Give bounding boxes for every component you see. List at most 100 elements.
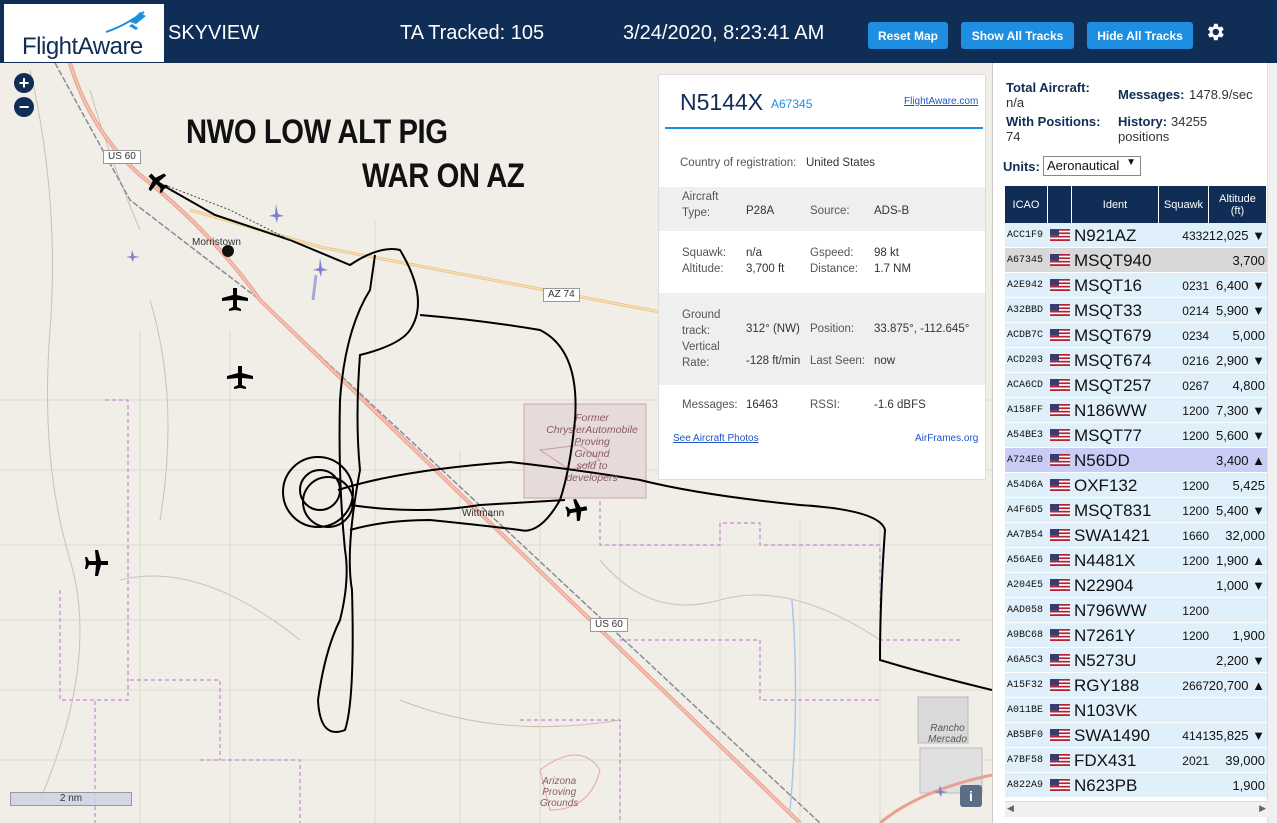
us-flag-icon [1050,779,1070,791]
history-unit: positions [1118,129,1170,144]
flightaware-link[interactable]: FlightAware.com [904,96,978,107]
col-icao[interactable]: ICAO [1005,186,1048,223]
row-ident: MSQT831 [1074,501,1152,520]
row-ident: N186WW [1074,401,1147,420]
info-button[interactable]: i [960,785,982,807]
table-horizontal-scrollbar[interactable]: ◀ ▶ [1005,801,1268,817]
table-row[interactable]: ACC1F9 N921AZ 4332 12,025 ▼ [1005,223,1269,248]
table-row[interactable]: A54D6A OXF132 1200 5,425 [1005,473,1269,498]
row-squawk: 4332 [1182,229,1209,243]
row-icao: AA7B54 [1007,530,1044,541]
table-row[interactable]: A7BF58 FDX431 2021 39,000 [1005,748,1269,773]
row-ident: MSQT33 [1074,301,1143,320]
flightaware-logo[interactable]: FlightAware [4,4,164,62]
messages-rate-value: 1478.9/sec [1189,87,1253,102]
total-aircraft-label: Total Aircraft: [1006,80,1090,95]
us-flag-icon [1050,654,1070,666]
gear-icon[interactable] [1204,21,1226,43]
units-label: Units: [1003,159,1040,174]
table-row[interactable]: A54BE3 MSQT77 1200 5,600 ▼ [1005,423,1269,448]
aircraft-photos-link[interactable]: See Aircraft Photos [673,433,759,444]
dropdown-arrow-icon: ▼ [1126,157,1136,168]
annotation-line-2: WAR ON AZ [362,157,525,195]
row-altitude: 5,600 ▼ [1215,428,1265,443]
row-altitude: 4,800 [1232,378,1265,393]
scroll-left-icon[interactable]: ◀ [1007,803,1014,814]
table-row[interactable]: A56AE6 N4481X 1200 1,900 ▲ [1005,548,1269,573]
popup-messages-row: Messages: 16463 RSSI: -1.6 dBFS [659,399,985,419]
col-ident[interactable]: Ident [1072,186,1159,223]
table-row[interactable]: A822A9 N623PB 1,900 [1005,773,1269,798]
row-icao: A9BC68 [1007,630,1044,641]
row-ident: MSQT77 [1074,426,1143,445]
row-altitude: 35,825 ▼ [1208,728,1265,743]
row-ident: OXF132 [1074,476,1138,495]
row-ident: MSQT16 [1074,276,1143,295]
table-row[interactable]: AB5BF0 SWA1490 4141 35,825 ▼ [1005,723,1269,748]
row-icao: ACDB7C [1007,330,1044,341]
popup-callsign: N5144X [680,89,764,115]
reset-map-button[interactable]: Reset Map [868,22,948,49]
row-altitude: 5,400 ▼ [1215,503,1265,518]
row-ident: SWA1421 [1074,526,1150,545]
zoom-out-button[interactable]: − [14,97,34,117]
zoom-in-button[interactable]: + [14,73,34,93]
town-label-wittmann: Wittmann [462,508,505,519]
history-value: 34255 [1171,114,1208,129]
row-squawk: 0234 [1182,329,1209,343]
us60-shield-top: US 60 [103,150,141,164]
col-flag[interactable] [1048,186,1072,223]
row-icao: A204E5 [1007,580,1044,591]
table-row[interactable]: A32BBD MSQT33 0214 5,900 ▼ [1005,298,1269,323]
table-row[interactable]: ACD203 MSQT674 0216 2,900 ▼ [1005,348,1269,373]
history-label: History: [1118,114,1168,129]
table-row[interactable]: A2E942 MSQT16 0231 6,400 ▼ [1005,273,1269,298]
row-squawk: 0231 [1182,279,1209,293]
col-squawk[interactable]: Squawk [1159,186,1209,223]
aircraft-sidebar: Total Aircraft: n/a Messages: 1478.9/sec… [992,63,1277,823]
units-select[interactable]: Aeronautical ▼ [1043,156,1141,176]
app-name: SKYVIEW [168,22,260,44]
popup-squawk-row: Squawk: n/a Gspeed: 98 kt Altitude: 3,70… [659,245,985,285]
us-flag-icon [1050,479,1070,491]
hide-all-tracks-button[interactable]: Hide All Tracks [1087,22,1193,49]
show-all-tracks-button[interactable]: Show All Tracks [961,22,1074,49]
last-seen-label: Last Seen: [810,355,865,367]
row-ident: N22904 [1074,576,1134,595]
table-row[interactable]: A6A5C3 N5273U 2,200 ▼ [1005,648,1269,673]
units-selected: Aeronautical [1047,158,1120,173]
row-squawk: 4141 [1182,729,1209,743]
distance-label: Distance: [810,263,858,275]
table-row[interactable]: ACDB7C MSQT679 0234 5,000 [1005,323,1269,348]
table-row[interactable]: A67345 MSQT940 3,700 [1005,248,1269,273]
table-row[interactable]: AA7B54 SWA1421 1660 32,000 [1005,523,1269,548]
airplane-logo-icon [105,11,146,33]
row-squawk: 1200 [1182,429,1209,443]
row-altitude: 6,400 ▼ [1215,278,1265,293]
col-altitude[interactable]: Altitude (ft) [1209,186,1267,223]
row-ident: FDX431 [1074,751,1137,770]
squawk-label: Squawk: [682,247,727,259]
sidebar-scrollbar[interactable] [1267,63,1277,823]
table-row[interactable]: A15F32 RGY188 2667 20,700 ▲ [1005,673,1269,698]
row-ident: N7261Y [1074,626,1136,645]
us-flag-icon [1050,604,1070,616]
table-row[interactable]: AAD058 N796WW 1200 [1005,598,1269,623]
altitude-label: Altitude: [682,263,724,275]
table-row[interactable]: ACA6CD MSQT257 0267 4,800 [1005,373,1269,398]
table-row[interactable]: A9BC68 N7261Y 1200 1,900 [1005,623,1269,648]
airframes-link[interactable]: AirFrames.org [915,433,978,444]
popup-divider [665,127,983,129]
scroll-right-icon[interactable]: ▶ [1259,803,1266,814]
table-row[interactable]: A204E5 N22904 1,000 ▼ [1005,573,1269,598]
row-icao: ACC1F9 [1007,230,1044,241]
table-row[interactable]: A011BE N103VK [1005,698,1269,723]
top-header: FlightAware SKYVIEW TA Tracked: 105 3/24… [0,0,1277,63]
table-row[interactable]: A158FF N186WW 1200 7,300 ▼ [1005,398,1269,423]
map-scale-bar: 2 nm [10,792,132,806]
table-row[interactable]: A724E0 N56DD 3,400 ▲ [1005,448,1269,473]
us-flag-icon [1050,704,1070,716]
row-squawk: 1200 [1182,504,1209,518]
proving-ground-label: Former ChryslerAutomobile Proving Ground… [546,412,638,484]
table-row[interactable]: A4F6D5 MSQT831 1200 5,400 ▼ [1005,498,1269,523]
